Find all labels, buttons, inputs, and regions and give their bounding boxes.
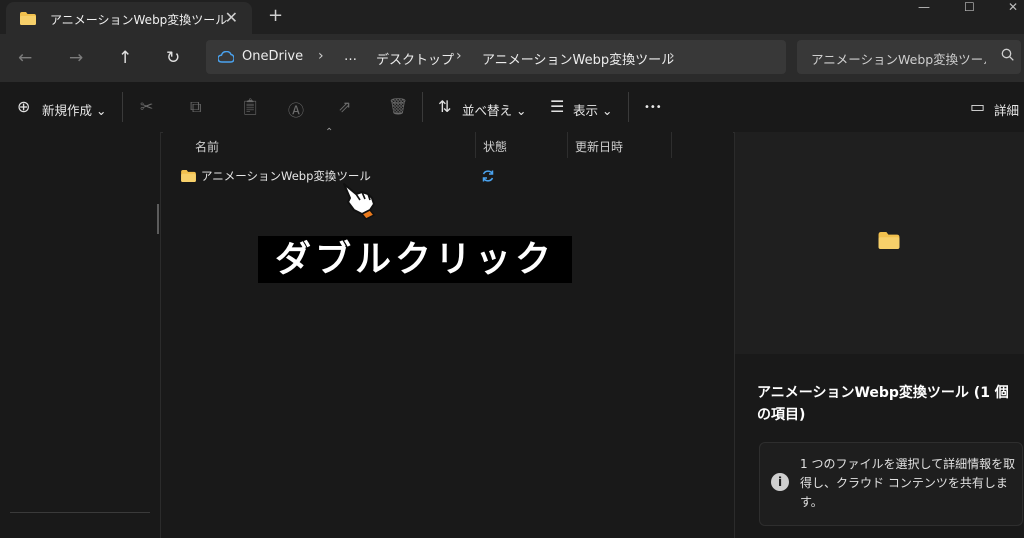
delete-icon[interactable]: 🗑︎ — [388, 97, 408, 116]
details-title: アニメーションWebp変換ツール (1 個の項目) — [757, 385, 1009, 423]
more-options-button[interactable]: ••• — [644, 102, 662, 113]
info-box: i 1 つのファイルを選択して詳細情報を取得し、クラウド コンテンツを共有します… — [759, 442, 1023, 526]
details-pane-icon[interactable]: ▭ — [970, 97, 985, 116]
search-box[interactable]: アニメーションWebp変換ツールの検索 — [797, 40, 1021, 74]
chevron-down-icon: ⌄ — [96, 103, 107, 118]
column-header-name[interactable]: 名前 — [195, 138, 219, 155]
new-button[interactable]: 新規作成 ⌄ — [42, 100, 106, 119]
search-icon[interactable] — [1001, 48, 1014, 61]
sort-button-label: 並べ替え — [462, 103, 513, 118]
divider — [122, 92, 123, 122]
breadcrumb-desktop[interactable]: デスクトップ — [376, 49, 454, 68]
sort-icon[interactable]: ⇅ — [438, 97, 451, 116]
sync-icon — [482, 170, 494, 182]
sort-button[interactable]: 並べ替え ⌄ — [462, 100, 526, 119]
new-button-label: 新規作成 — [42, 103, 93, 118]
copy-icon[interactable]: ⧉ — [190, 97, 201, 117]
navigation-pane[interactable] — [0, 132, 161, 538]
paste-icon[interactable]: 📋︎ — [240, 97, 260, 116]
column-header-modified[interactable]: 更新日時 — [575, 138, 623, 155]
breadcrumb-ellipsis[interactable]: … — [344, 49, 357, 64]
breadcrumb-onedrive[interactable]: OneDrive — [242, 49, 303, 64]
folder-icon — [20, 12, 36, 25]
folder-icon — [181, 170, 196, 182]
tab-close-button[interactable]: ✕ — [225, 8, 238, 27]
up-button[interactable]: ↑ — [118, 48, 132, 68]
preview-area — [735, 132, 1024, 354]
chevron-down-icon: ⌄ — [516, 103, 527, 118]
chevron-down-icon: ⌄ — [602, 103, 613, 118]
command-bar: ⊕ 新規作成 ⌄ ✂ ⧉ 📋︎ Ⓐ ⇗ 🗑︎ ⇅ 並べ替え ⌄ ☰ 表示 ⌄ •… — [0, 82, 1024, 133]
divider — [422, 92, 423, 122]
back-button[interactable]: ← — [18, 48, 32, 68]
share-icon[interactable]: ⇗ — [338, 97, 351, 116]
maximize-button[interactable]: ☐ — [964, 0, 975, 14]
view-icon[interactable]: ☰ — [550, 97, 564, 116]
scrollbar[interactable] — [157, 204, 159, 234]
plus-circle-icon[interactable]: ⊕ — [17, 97, 30, 116]
cut-icon[interactable]: ✂ — [140, 97, 153, 116]
info-icon: i — [771, 473, 789, 491]
onedrive-icon — [218, 51, 234, 63]
divider — [628, 92, 629, 122]
breadcrumb-folder[interactable]: アニメーションWebp変換ツール — [482, 49, 674, 68]
forward-button[interactable]: → — [69, 48, 83, 68]
close-window-button[interactable]: ✕ — [1008, 0, 1018, 14]
address-bar[interactable]: OneDrive › … デスクトップ › アニメーションWebp変換ツール › — [206, 40, 786, 74]
details-button[interactable]: 詳細 — [994, 100, 1019, 119]
view-button-label: 表示 — [573, 103, 599, 118]
breadcrumb-separator[interactable]: › — [456, 48, 462, 64]
folder-icon — [878, 232, 900, 249]
column-divider[interactable] — [567, 132, 568, 158]
title-bar: アニメーションWebp変換ツール ✕ + — ☐ ✕ — [0, 0, 1024, 34]
overlay-caption: ダブルクリック — [258, 236, 572, 283]
breadcrumb-separator[interactable]: › — [318, 48, 324, 64]
divider — [10, 512, 150, 513]
file-list[interactable]: ⌃ 名前 状態 更新日時 アニメーションWebp変換ツール — [163, 127, 733, 538]
refresh-button[interactable]: ↻ — [166, 48, 180, 68]
tab-title: アニメーションWebp変換ツール — [50, 13, 228, 27]
new-tab-button[interactable]: + — [268, 5, 283, 26]
hand-pointer-icon — [343, 183, 376, 220]
column-divider[interactable] — [671, 132, 672, 158]
search-placeholder[interactable]: アニメーションWebp変換ツールの検索 — [811, 49, 986, 68]
sort-arrow-icon: ⌃ — [325, 127, 334, 138]
column-divider[interactable] — [475, 132, 476, 158]
rename-icon[interactable]: Ⓐ — [288, 97, 304, 121]
breadcrumb-separator[interactable]: › — [669, 48, 675, 64]
view-button[interactable]: 表示 ⌄ — [573, 100, 612, 119]
details-pane: アニメーションWebp変換ツール (1 個の項目) i 1 つのファイルを選択し… — [734, 132, 1024, 538]
column-header-status[interactable]: 状態 — [483, 138, 507, 155]
minimize-button[interactable]: — — [918, 0, 930, 14]
info-text: 1 つのファイルを選択して詳細情報を取得し、クラウド コンテンツを共有します。 — [800, 457, 1016, 509]
tab-active[interactable]: アニメーションWebp変換ツール ✕ — [6, 2, 252, 34]
